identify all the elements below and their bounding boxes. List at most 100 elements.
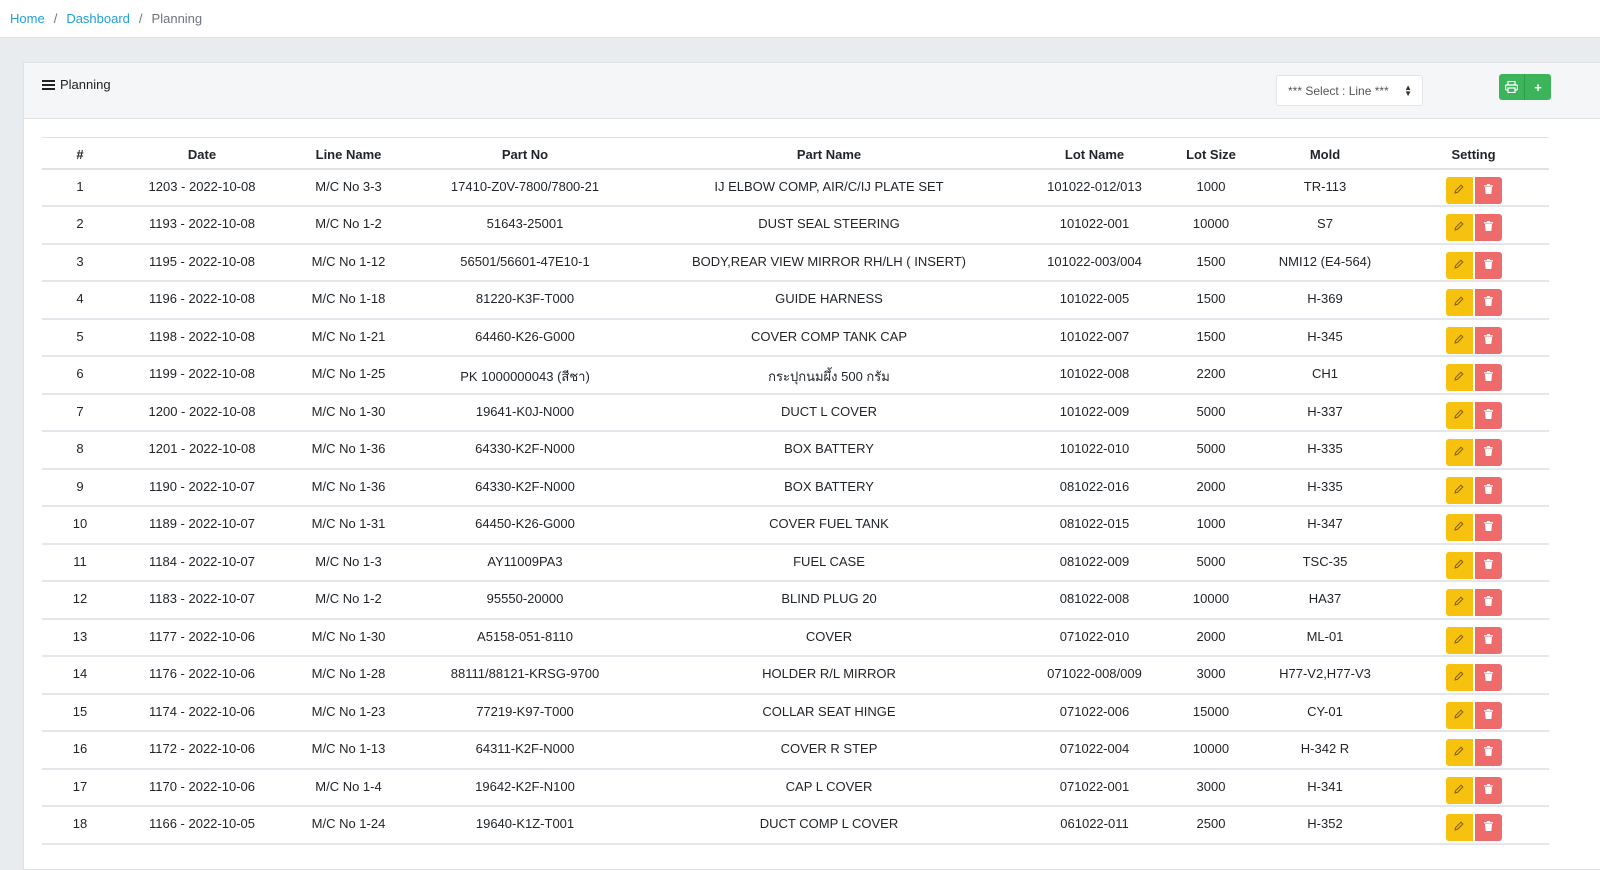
cell-index: 3 [42, 243, 118, 282]
edit-button[interactable] [1445, 739, 1473, 766]
edit-button[interactable] [1445, 401, 1473, 429]
trash-icon [1483, 258, 1493, 269]
cell-date: 1190 - 2022-10-07 [118, 468, 286, 507]
cell-date: 1174 - 2022-10-06 [118, 693, 286, 732]
column-header-date[interactable]: Date [118, 137, 286, 170]
column-header-lot-size[interactable]: Lot Size [1170, 137, 1252, 170]
edit-button[interactable] [1445, 251, 1473, 279]
pencil-icon [1454, 821, 1464, 831]
trash-icon [1483, 183, 1493, 194]
cell-lot-name: 061022-011 [1019, 806, 1170, 845]
table-row: 3 1195 - 2022-10-08 M/C No 1-12 56501/56601… [42, 243, 1549, 282]
cell-part-name: COVER FUEL TANK [639, 506, 1019, 545]
table-row: 6 1199 - 2022-10-08 M/C No 1-25 PK 10000000… [42, 356, 1549, 395]
delete-button[interactable] [1474, 664, 1502, 691]
cell-mold: TR-113 [1252, 168, 1398, 207]
cell-lot-size: 3000 [1170, 656, 1252, 695]
edit-button[interactable] [1445, 814, 1473, 841]
cell-line-name: M/C No 1-25 [286, 356, 411, 395]
cell-date: 1198 - 2022-10-08 [118, 318, 286, 357]
cell-index: 18 [42, 806, 118, 845]
planning-card: Planning *** Select : Line *** ▲ ▼ + # Da… [23, 62, 1600, 870]
column-header-part-no[interactable]: Part No [411, 137, 639, 170]
cell-part-name: GUIDE HARNESS [639, 281, 1019, 320]
column-header-line-name[interactable]: Line Name [286, 137, 411, 170]
delete-button[interactable] [1474, 214, 1502, 241]
edit-button[interactable] [1445, 476, 1473, 504]
delete-button[interactable] [1474, 814, 1502, 841]
cell-part-no: 88111/88121-KRSG-9700 [411, 656, 639, 695]
delete-button[interactable] [1474, 514, 1502, 541]
cell-lot-size: 2000 [1170, 618, 1252, 657]
cell-index: 14 [42, 656, 118, 695]
delete-button[interactable] [1474, 626, 1502, 654]
cell-part-name: กระปุกนมผึ้ง 500 กรัม [639, 356, 1019, 395]
delete-button[interactable] [1474, 701, 1502, 729]
cell-lot-name: 101022-001 [1019, 206, 1170, 245]
delete-button[interactable] [1474, 476, 1502, 504]
edit-button[interactable] [1445, 364, 1473, 391]
print-button[interactable] [1499, 74, 1525, 100]
cell-lot-size: 10000 [1170, 581, 1252, 620]
delete-button[interactable] [1474, 326, 1502, 354]
edit-button[interactable] [1445, 439, 1473, 466]
line-select[interactable]: *** Select : Line *** ▲ ▼ [1276, 75, 1423, 106]
edit-button[interactable] [1445, 176, 1473, 204]
cell-setting [1398, 543, 1549, 582]
column-header-mold[interactable]: Mold [1252, 137, 1398, 170]
delete-button[interactable] [1474, 739, 1502, 766]
column-header-index[interactable]: # [42, 137, 118, 170]
edit-button[interactable] [1445, 626, 1473, 654]
trash-icon [1483, 483, 1493, 494]
table-row: 11 1184 - 2022-10-07 M/C No 1-3 AY11009PA3 F… [42, 543, 1549, 582]
cell-part-name: COVER [639, 618, 1019, 657]
edit-button[interactable] [1445, 589, 1473, 616]
cell-part-no: 64330-K2F-N000 [411, 431, 639, 470]
pencil-icon [1454, 446, 1464, 456]
edit-button[interactable] [1445, 551, 1473, 579]
edit-button[interactable] [1445, 289, 1473, 316]
cell-index: 17 [42, 768, 118, 807]
edit-button[interactable] [1445, 776, 1473, 804]
cell-mold: H-369 [1252, 281, 1398, 320]
cell-part-no: 81220-K3F-T000 [411, 281, 639, 320]
trash-icon [1483, 671, 1493, 681]
cell-index: 4 [42, 281, 118, 320]
delete-button[interactable] [1474, 176, 1502, 204]
sort-caret-icon: ▲ ▼ [1404, 83, 1412, 98]
cell-part-no: 64460-K26-G000 [411, 318, 639, 357]
delete-button[interactable] [1474, 776, 1502, 804]
trash-icon [1483, 446, 1493, 456]
breadcrumb-dashboard-link[interactable]: Dashboard [66, 11, 130, 26]
cell-lot-name: 081022-009 [1019, 543, 1170, 582]
cell-line-name: M/C No 1-30 [286, 618, 411, 657]
pencil-icon [1454, 221, 1464, 231]
delete-button[interactable] [1474, 551, 1502, 579]
cell-part-name: HOLDER R/L MIRROR [639, 656, 1019, 695]
edit-button[interactable] [1445, 701, 1473, 729]
breadcrumb-home-link[interactable]: Home [10, 11, 45, 26]
edit-button[interactable] [1445, 664, 1473, 691]
delete-button[interactable] [1474, 289, 1502, 316]
delete-button[interactable] [1474, 251, 1502, 279]
delete-button[interactable] [1474, 589, 1502, 616]
delete-button[interactable] [1474, 439, 1502, 466]
cell-lot-name: 101022-010 [1019, 431, 1170, 470]
column-header-lot-name[interactable]: Lot Name [1019, 137, 1170, 170]
cell-date: 1196 - 2022-10-08 [118, 281, 286, 320]
cell-part-name: BOX BATTERY [639, 431, 1019, 470]
cell-date: 1177 - 2022-10-06 [118, 618, 286, 657]
cell-setting [1398, 768, 1549, 807]
edit-button[interactable] [1445, 326, 1473, 354]
edit-button[interactable] [1445, 514, 1473, 541]
card-header: Planning *** Select : Line *** ▲ ▼ + [24, 63, 1600, 119]
delete-button[interactable] [1474, 401, 1502, 429]
cell-index: 11 [42, 543, 118, 582]
add-button[interactable]: + [1525, 74, 1551, 100]
cell-index: 6 [42, 356, 118, 395]
pencil-icon [1454, 183, 1464, 194]
column-header-part-name[interactable]: Part Name [639, 137, 1019, 170]
cell-part-no: 64450-K26-G000 [411, 506, 639, 545]
delete-button[interactable] [1474, 364, 1502, 391]
edit-button[interactable] [1445, 214, 1473, 241]
